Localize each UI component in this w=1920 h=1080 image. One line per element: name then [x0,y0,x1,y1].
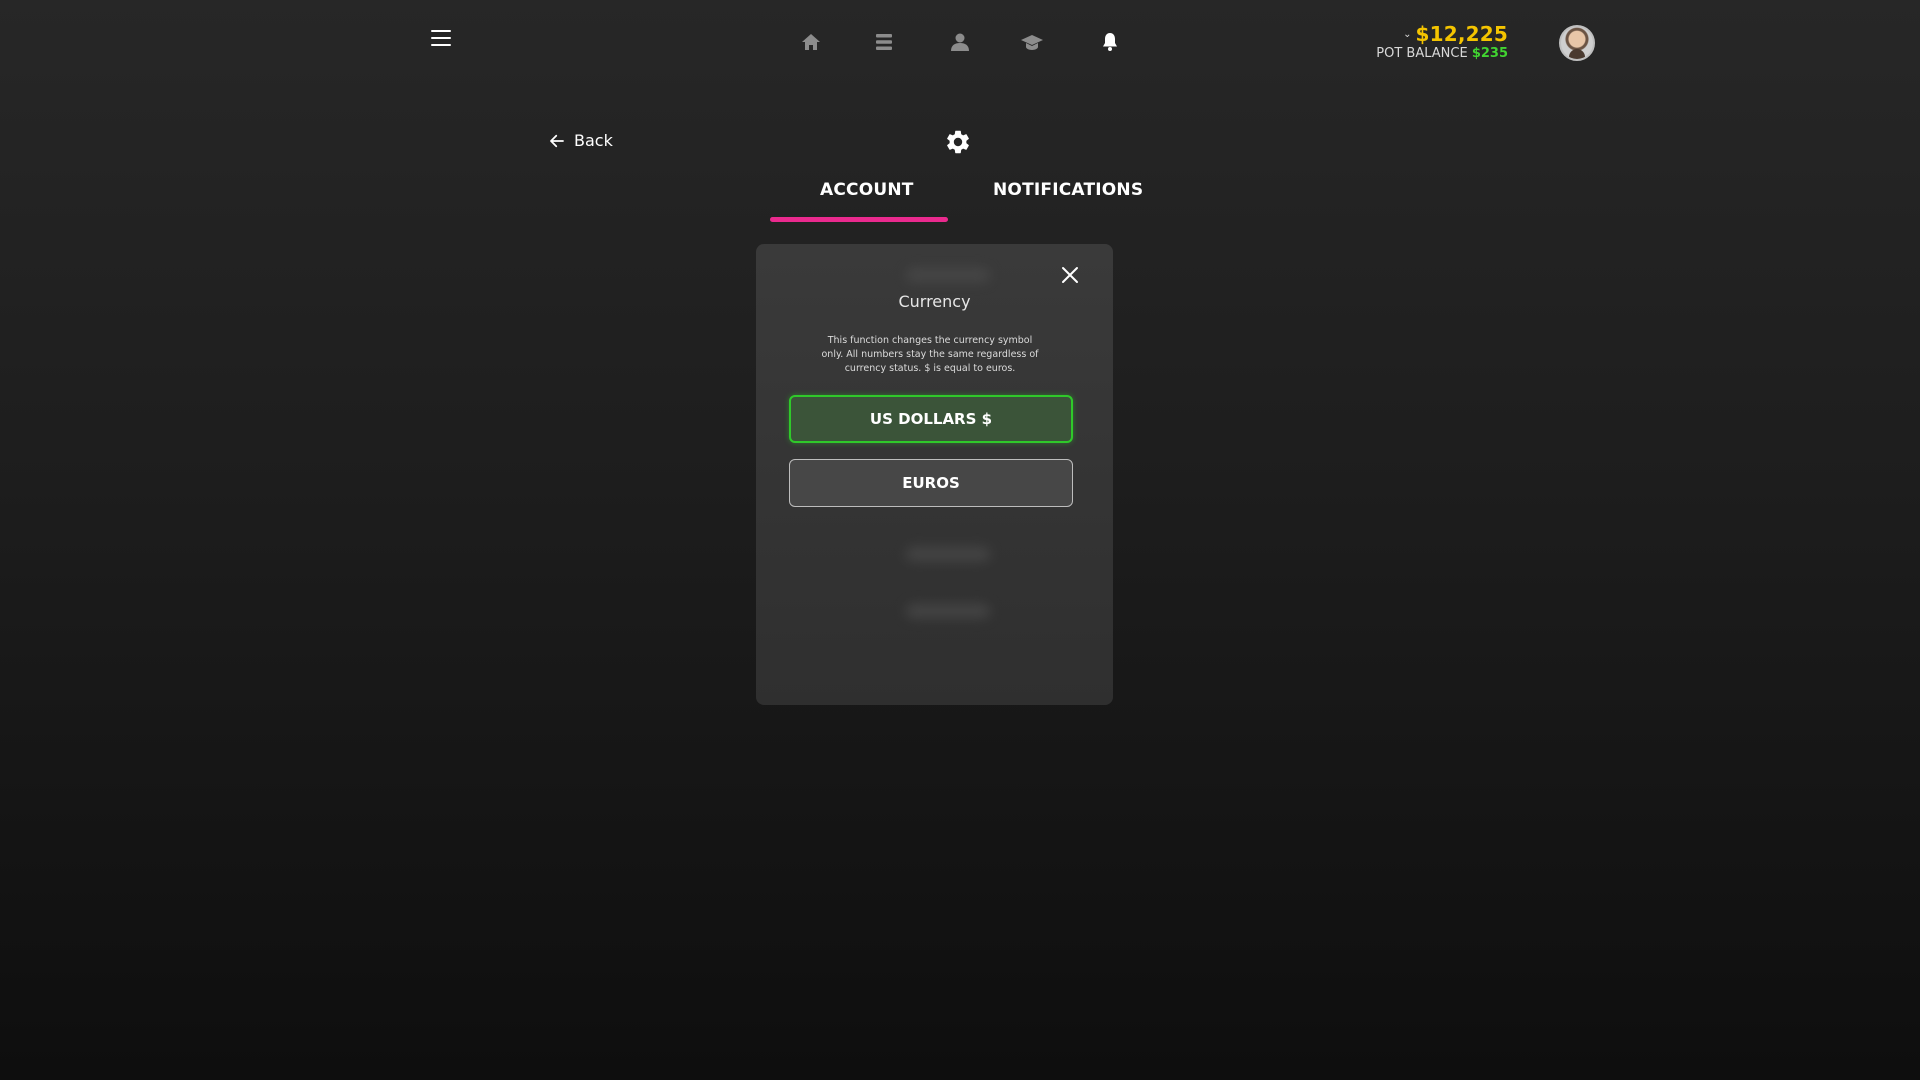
balance-panel[interactable]: ⌄ $12,225 POT BALANCE $235 [1376,22,1508,61]
user-icon[interactable] [946,28,974,56]
us-dollars-option-button[interactable]: US DOLLARS $ [789,395,1073,443]
pot-balance-label: POT BALANCE [1376,46,1468,61]
settings-tabs: ACCOUNT NOTIFICATIONS [770,180,1143,224]
pot-balance-amount: $235 [1471,46,1508,61]
blurred-background-item [906,547,990,561]
blurred-background-item [906,268,990,282]
active-tab-indicator [770,217,948,222]
chevron-down-icon[interactable]: ⌄ [1403,29,1411,40]
tab-account[interactable]: ACCOUNT [820,180,914,200]
bell-icon[interactable] [1096,28,1124,56]
modal-title: Currency [898,292,971,311]
back-label: Back [574,131,613,150]
currency-modal: Currency This function changes the curre… [756,244,1113,705]
home-icon[interactable] [797,28,825,56]
euros-option-button[interactable]: EUROS [789,459,1073,507]
graduation-cap-icon[interactable] [1018,28,1046,56]
back-button[interactable]: Back [548,131,613,150]
arrow-left-icon [550,134,564,147]
close-icon[interactable] [1061,266,1079,284]
modal-description: This function changes the currency symbo… [821,335,1039,374]
app-page: ⌄ $12,225 POT BALANCE $235 Back ACCOUNT … [0,0,1920,1080]
top-nav [0,28,1920,56]
list-icon[interactable] [870,28,898,56]
balance-amount: $12,225 [1415,22,1508,46]
avatar[interactable] [1559,25,1595,61]
tab-notifications[interactable]: NOTIFICATIONS [993,180,1143,200]
gear-icon[interactable] [944,128,972,156]
blurred-background-item [906,604,990,618]
